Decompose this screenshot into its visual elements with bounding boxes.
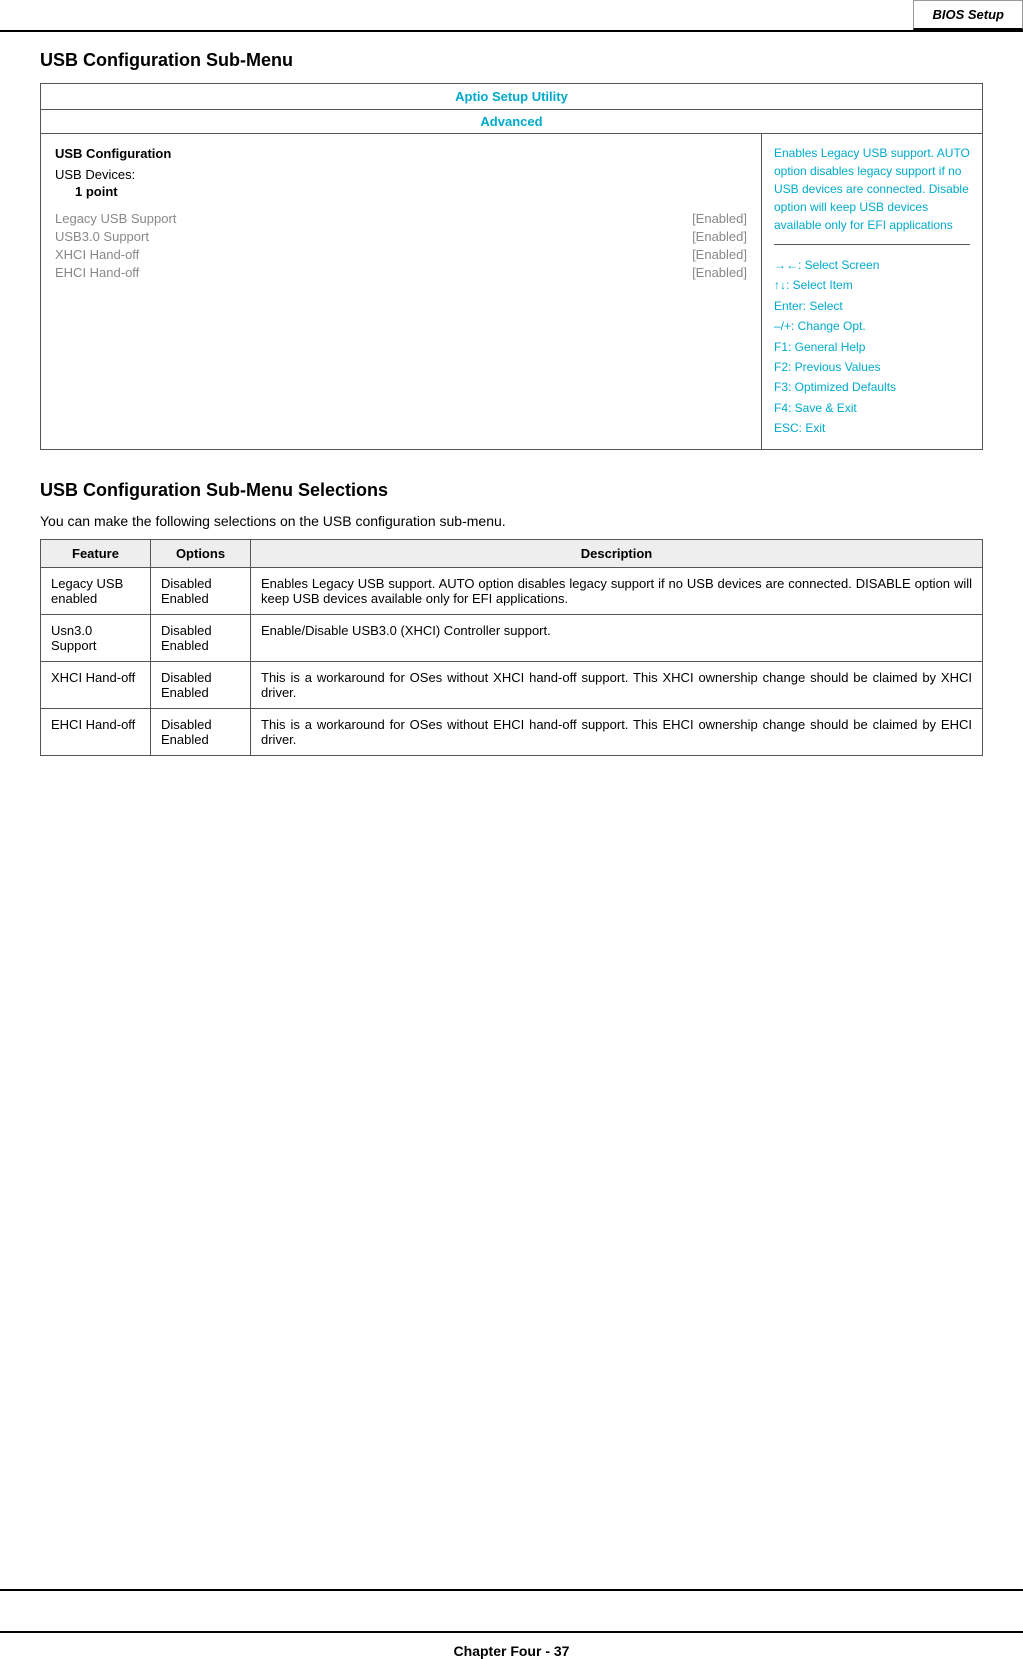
bios-setting-row: USB3.0 Support [Enabled]: [55, 229, 747, 244]
table-cell-description: Enables Legacy USB support. AUTO option …: [251, 567, 983, 614]
table-cell-feature: XHCI Hand-off: [41, 661, 151, 708]
bios-nav-item: F3: Optimized Defaults: [774, 377, 970, 397]
table-header: Feature: [41, 539, 151, 567]
section2: USB Configuration Sub-Menu Selections Yo…: [40, 480, 983, 756]
bios-nav-item: Enter: Select: [774, 296, 970, 316]
bios-nav-item: F1: General Help: [774, 337, 970, 357]
top-border: [0, 30, 1023, 32]
bios-setting-row: Legacy USB Support [Enabled]: [55, 211, 747, 226]
bios-nav-list: →←: Select Screen↑↓: Select ItemEnter: S…: [774, 255, 970, 439]
bios-setting-name: XHCI Hand-off: [55, 247, 139, 262]
bios-settings-list: Legacy USB Support [Enabled] USB3.0 Supp…: [55, 211, 747, 280]
table-cell-feature: Legacy USB enabled: [41, 567, 151, 614]
usb-configuration-label: USB Configuration: [55, 146, 747, 161]
table-cell-options: Disabled Enabled: [151, 614, 251, 661]
footer-label: Chapter Four - 37: [0, 1631, 1023, 1659]
bios-nav-item: –/+: Change Opt.: [774, 316, 970, 336]
bios-setting-row: XHCI Hand-off [Enabled]: [55, 247, 747, 262]
section2-title: USB Configuration Sub-Menu Selections: [40, 480, 983, 501]
table-row: Usn3.0 SupportDisabled EnabledEnable/Dis…: [41, 614, 983, 661]
bios-setting-name: Legacy USB Support: [55, 211, 176, 226]
section2-description: You can make the following selections on…: [40, 513, 983, 529]
bios-nav-item: F4: Save & Exit: [774, 398, 970, 418]
bios-setting-name: USB3.0 Support: [55, 229, 149, 244]
bios-setup-tab: BIOS Setup: [913, 0, 1023, 30]
table-cell-feature: Usn3.0 Support: [41, 614, 151, 661]
table-cell-description: This is a workaround for OSes without XH…: [251, 661, 983, 708]
section1: USB Configuration Sub-Menu Aptio Setup U…: [40, 50, 983, 450]
bios-help-text: Enables Legacy USB support. AUTO option …: [774, 144, 970, 245]
bios-setting-value: [Enabled]: [692, 211, 747, 226]
bios-advanced-subheader: Advanced: [41, 110, 982, 134]
bios-setting-value: [Enabled]: [692, 265, 747, 280]
bios-setup-box: Aptio Setup Utility Advanced USB Configu…: [40, 83, 983, 450]
table-row: XHCI Hand-offDisabled EnabledThis is a w…: [41, 661, 983, 708]
table-cell-options: Disabled Enabled: [151, 567, 251, 614]
table-cell-description: Enable/Disable USB3.0 (XHCI) Controller …: [251, 614, 983, 661]
table-header: Options: [151, 539, 251, 567]
section1-title: USB Configuration Sub-Menu: [40, 50, 983, 71]
bios-nav-item: F2: Previous Values: [774, 357, 970, 377]
table-cell-options: Disabled Enabled: [151, 661, 251, 708]
bios-nav-item: ↑↓: Select Item: [774, 275, 970, 295]
bios-nav-item: ESC: Exit: [774, 418, 970, 438]
bios-setting-row: EHCI Hand-off [Enabled]: [55, 265, 747, 280]
bios-setting-value: [Enabled]: [692, 229, 747, 244]
selections-table: FeatureOptionsDescriptionLegacy USB enab…: [40, 539, 983, 756]
bios-setting-value: [Enabled]: [692, 247, 747, 262]
bios-box-body: USB Configuration USB Devices: 1 point L…: [41, 134, 982, 449]
bios-left-panel: USB Configuration USB Devices: 1 point L…: [41, 134, 762, 449]
table-cell-feature: EHCI Hand-off: [41, 708, 151, 755]
table-row: EHCI Hand-offDisabled EnabledThis is a w…: [41, 708, 983, 755]
bios-right-panel: Enables Legacy USB support. AUTO option …: [762, 134, 982, 449]
table-row: Legacy USB enabledDisabled EnabledEnable…: [41, 567, 983, 614]
bios-nav-item: →←: Select Screen: [774, 255, 970, 275]
table-cell-options: Disabled Enabled: [151, 708, 251, 755]
usb-devices-value: 1 point: [75, 184, 747, 199]
bios-aptio-header: Aptio Setup Utility: [41, 84, 982, 110]
bios-setting-name: EHCI Hand-off: [55, 265, 139, 280]
table-header: Description: [251, 539, 983, 567]
usb-devices-label: USB Devices:: [55, 167, 747, 182]
table-cell-description: This is a workaround for OSes without EH…: [251, 708, 983, 755]
